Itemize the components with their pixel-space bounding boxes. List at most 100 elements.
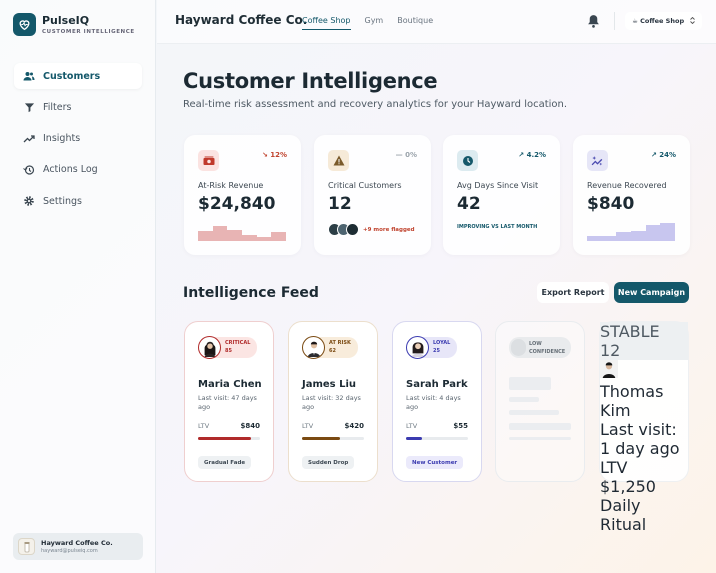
avatar [302,336,325,359]
ltv-value: $55 [453,422,468,430]
sidebar-item-label: Filters [43,101,72,113]
customer-name: Sarah Park [406,379,468,390]
risk-progress-track [406,437,468,440]
sidebar-item-settings[interactable]: Settings [14,188,142,214]
pattern-tag[interactable]: Sudden Drop [302,456,355,469]
stat-trend: ↗ 24% [650,151,676,159]
page-subtitle: Real-time risk assessment and recovery a… [183,99,568,110]
sidebar-item-insights[interactable]: Insights [14,126,142,152]
spark-bar [227,230,243,241]
heart-pulse-icon [13,13,36,36]
page-title: Customer Intelligence [183,69,438,93]
new-campaign-button[interactable]: New Campaign [614,282,689,303]
pattern-tag[interactable]: New Customer [406,456,464,469]
risk-progress-track [302,437,364,440]
sidebar-item-label: Actions Log [43,164,98,176]
spark-bar [616,232,632,241]
stat-trend: ↘ 12% [261,151,287,159]
spark-bar [645,224,661,241]
stat-trend: ↗ 4.2% [518,151,546,159]
avatar [600,360,688,382]
spark-bar [601,235,617,241]
history-icon [23,164,35,176]
spark-bar [212,225,228,241]
spark-bar [587,235,602,241]
risk-progress-fill [406,437,422,440]
stat-label: At-Risk Revenue [198,181,264,190]
sidebar-item-customers[interactable]: Customers [14,63,142,89]
tab-boutique[interactable]: Boutique [397,16,433,30]
last-visit: Last visit: 1 day ago [600,420,680,458]
top-bar: Hayward Coffee Co. Coffee Shop Gym Bouti… [157,0,716,44]
users-icon [23,70,35,82]
stat-note: IMPROVING VS LAST MONTH [457,224,538,230]
customer-name: James Liu [302,379,357,390]
customer-card-low-confidence[interactable]: LOW CONFIDENCE [495,321,585,482]
avatar [198,336,221,359]
customer-card-maria-chen[interactable]: CRITICAL 85 Maria Chen Last visit: 47 da… [184,321,274,482]
customer-card-thomas-kim[interactable]: STABLE 12 Thomas Kim Last visit: 1 day a… [599,321,689,534]
gear-icon [23,195,35,207]
skeleton-line [509,423,571,430]
risk-score: 62 [329,348,336,354]
low-confidence-badge: LOW CONFIDENCE [509,337,571,358]
export-report-button[interactable]: Export Report [537,282,609,303]
brand[interactable]: PulseIQ CUSTOMER INTELLIGENCE [13,13,135,36]
stat-card-at-risk-revenue[interactable]: ↘ 12% At-Risk Revenue $24,840 [184,135,301,255]
stat-sparkbars [587,223,676,241]
tab-gym[interactable]: Gym [365,16,384,30]
spark-bar [660,223,676,241]
stat-label: Avg Days Since Visit [457,181,539,190]
risk-progress-track [198,437,260,440]
ltv-label: LTV [600,458,628,477]
feed-title: Intelligence Feed [183,285,319,301]
location-select[interactable]: ☕ Coffee Shop [625,12,703,30]
customer-name: Maria Chen [198,379,262,390]
last-visit: Last visit: 47 days ago [198,394,257,411]
sparkle-icon [587,150,608,171]
skeleton-line [509,410,559,415]
stat-value: 42 [457,194,481,214]
status-label: STABLE [600,322,660,341]
trend-line-icon [23,133,35,145]
chevron-up-down-icon [690,16,695,26]
account-email: hayward@pulseiq.com [41,548,98,554]
ltv-label: LTV [406,422,418,430]
stat-card-critical-customers[interactable]: — 0% Critical Customers 12 +9 more flagg… [314,135,431,255]
topbar-divider [614,12,615,30]
stat-card-avg-days[interactable]: ↗ 4.2% Avg Days Since Visit 42 IMPROVING… [443,135,560,255]
last-visit: Last visit: 4 days ago [406,394,461,411]
money-icon [198,150,219,171]
filter-icon [23,101,35,113]
risk-score: 25 [433,348,440,354]
tab-coffee-shop[interactable]: Coffee Shop [302,16,351,30]
sidebar-item-label: Customers [43,70,101,82]
sidebar-item-actions-log[interactable]: Actions Log [14,157,142,183]
stat-card-revenue-recovered[interactable]: ↗ 24% Revenue Recovered $840 [573,135,690,255]
sidebar-item-label: Settings [43,195,82,207]
last-visit: Last visit: 32 days ago [302,394,361,411]
sidebar-item-filters[interactable]: Filters [14,94,142,120]
bell-icon[interactable] [587,13,601,28]
pattern-tag[interactable]: Gradual Fade [198,456,252,469]
flagged-avatars[interactable]: +9 more flagged [328,223,415,236]
status-label: CRITICAL [225,340,251,346]
clock-icon [457,150,478,171]
pattern-tag[interactable]: Daily Ritual [600,496,688,534]
avatar [346,223,359,236]
stat-trend: — 0% [395,151,417,159]
customer-card-james-liu[interactable]: AT RISK 62 James Liu Last visit: 32 days… [288,321,378,482]
account-card[interactable]: Hayward Coffee Co. hayward@pulseiq.com [13,533,143,560]
spark-bar [271,232,287,241]
account-name: Hayward Coffee Co. [41,539,113,547]
spark-bar [242,234,257,241]
company-name: Hayward Coffee Co. [175,13,308,27]
spark-bar [631,231,646,241]
sidebar: PulseIQ CUSTOMER INTELLIGENCE Customers … [0,0,156,573]
coffee-cup-icon [18,538,35,555]
customer-card-sarah-park[interactable]: LOYAL 25 Sarah Park Last visit: 4 days a… [392,321,482,482]
skeleton-line [509,397,539,402]
ltv-value: $840 [240,422,260,430]
stat-sparkbars [198,223,287,241]
sidebar-item-label: Insights [43,133,81,145]
